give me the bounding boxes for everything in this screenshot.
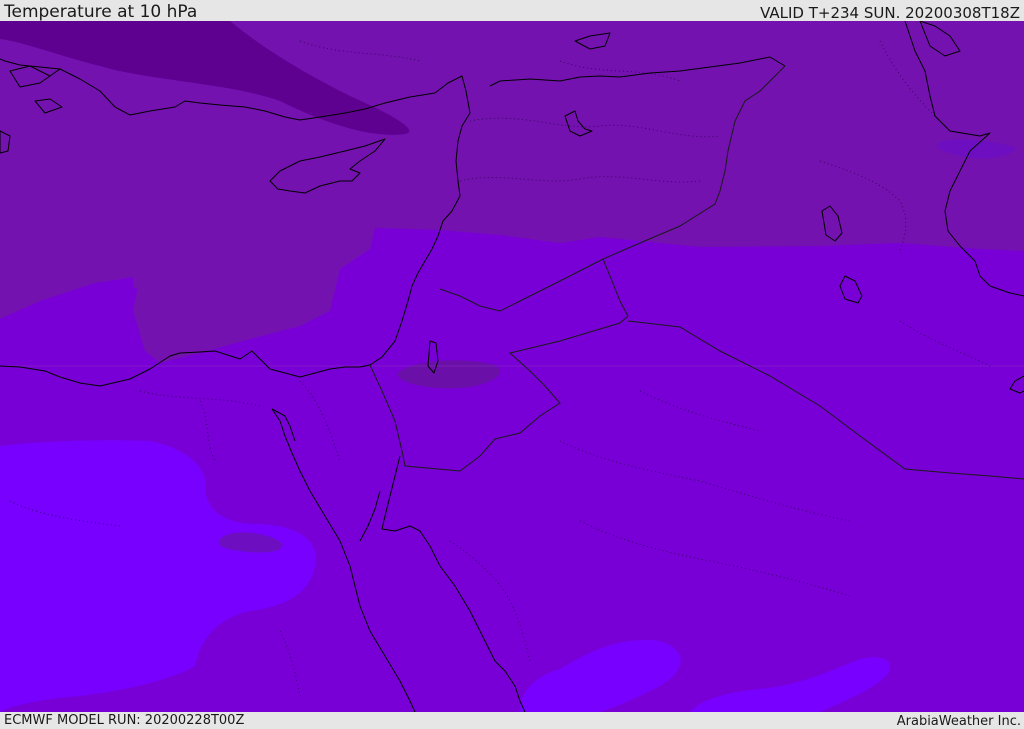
- valid-time-label: VALID T+234 SUN. 20200308T18Z: [760, 4, 1020, 22]
- map-page: Temperature at 10 hPa VALID T+234 SUN. 2…: [0, 0, 1024, 729]
- footer-bar: ECMWF MODEL RUN: 20200228T00Z ArabiaWeat…: [0, 712, 1024, 729]
- model-run-label: ECMWF MODEL RUN: 20200228T00Z: [4, 713, 245, 728]
- map-title: Temperature at 10 hPa: [4, 2, 198, 22]
- credit-label: ArabiaWeather Inc.: [896, 714, 1021, 729]
- map-canvas[interactable]: [0, 21, 1024, 712]
- header-bar: Temperature at 10 hPa VALID T+234 SUN. 2…: [0, 0, 1024, 22]
- map-svg: [0, 21, 1024, 712]
